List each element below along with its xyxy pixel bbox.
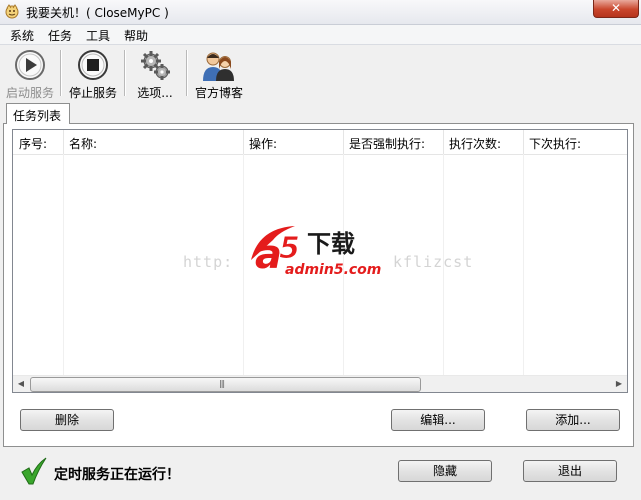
column-gridline: [63, 154, 64, 376]
add-button[interactable]: 添加...: [526, 409, 620, 431]
edit-button[interactable]: 编辑...: [391, 409, 485, 431]
start-service-label: 启动服务: [5, 86, 54, 100]
options-button[interactable]: 选项...: [130, 47, 180, 100]
column-header-run-count[interactable]: 执行次数:: [443, 130, 524, 154]
window-close-button[interactable]: ✕: [593, 0, 639, 18]
toolbar-separator: [60, 50, 62, 96]
task-list-view[interactable]: 序号: 名称: 操作: 是否强制执行: 执行次数: 下次执行: ◀ ||| ▶: [12, 129, 628, 393]
menu-bar: 系统 任务 工具 帮助: [0, 25, 641, 45]
menu-system[interactable]: 系统: [10, 27, 34, 44]
scroll-left-icon[interactable]: ◀: [13, 376, 29, 392]
scroll-right-icon[interactable]: ▶: [611, 376, 627, 392]
service-status-text: 定时服务正在运行！: [54, 467, 180, 483]
column-header-index[interactable]: 序号:: [13, 130, 64, 154]
tab-task-list-label: 任务列表: [13, 109, 62, 123]
close-icon: ✕: [610, 1, 622, 15]
options-label: 选项...: [137, 86, 173, 100]
title-bar[interactable]: 我要关机！( CloseMyPC ) ✕: [0, 0, 641, 25]
stop-service-label: 停止服务: [68, 86, 117, 100]
official-blog-button[interactable]: 官方博客: [192, 47, 246, 100]
tab-task-list[interactable]: 任务列表: [6, 103, 70, 124]
horizontal-scrollbar[interactable]: ◀ ||| ▶: [13, 375, 627, 392]
toolbar-separator: [186, 50, 188, 96]
column-header-forced[interactable]: 是否强制执行:: [343, 130, 444, 154]
task-list-header: 序号: 名称: 操作: 是否强制执行: 执行次数: 下次执行:: [13, 130, 627, 155]
users-icon: [203, 52, 234, 81]
column-header-name[interactable]: 名称:: [63, 130, 244, 154]
check-icon: [21, 457, 47, 485]
menu-help[interactable]: 帮助: [124, 27, 148, 44]
start-service-button[interactable]: 启动服务: [4, 47, 56, 100]
toolbar: 启动服务 停止服务 选项... 官方博客: [0, 45, 641, 101]
hide-button[interactable]: 隐藏: [398, 460, 492, 482]
gears-icon: [141, 51, 170, 80]
column-gridline: [443, 154, 444, 376]
app-window: 我要关机！( CloseMyPC ) ✕ 系统 任务 工具 帮助 启动服务 停止…: [0, 0, 641, 500]
column-header-action[interactable]: 操作:: [243, 130, 344, 154]
toolbar-separator: [124, 50, 126, 96]
menu-tools[interactable]: 工具: [86, 27, 110, 44]
scrollbar-grip-icon: |||: [219, 379, 225, 388]
column-header-next-run[interactable]: 下次执行:: [523, 130, 627, 154]
column-gridline: [243, 154, 244, 376]
scrollbar-thumb[interactable]: |||: [30, 377, 421, 392]
stop-icon: [78, 50, 108, 80]
menu-task[interactable]: 任务: [48, 27, 72, 44]
app-icon: [5, 4, 19, 19]
delete-button[interactable]: 删除: [20, 409, 114, 431]
stop-service-button[interactable]: 停止服务: [66, 47, 120, 100]
official-blog-label: 官方博客: [194, 86, 243, 100]
column-gridline: [523, 154, 524, 376]
exit-button[interactable]: 退出: [523, 460, 617, 482]
column-gridline: [343, 154, 344, 376]
window-title: 我要关机！( CloseMyPC ): [26, 6, 169, 20]
play-icon: [15, 50, 45, 80]
